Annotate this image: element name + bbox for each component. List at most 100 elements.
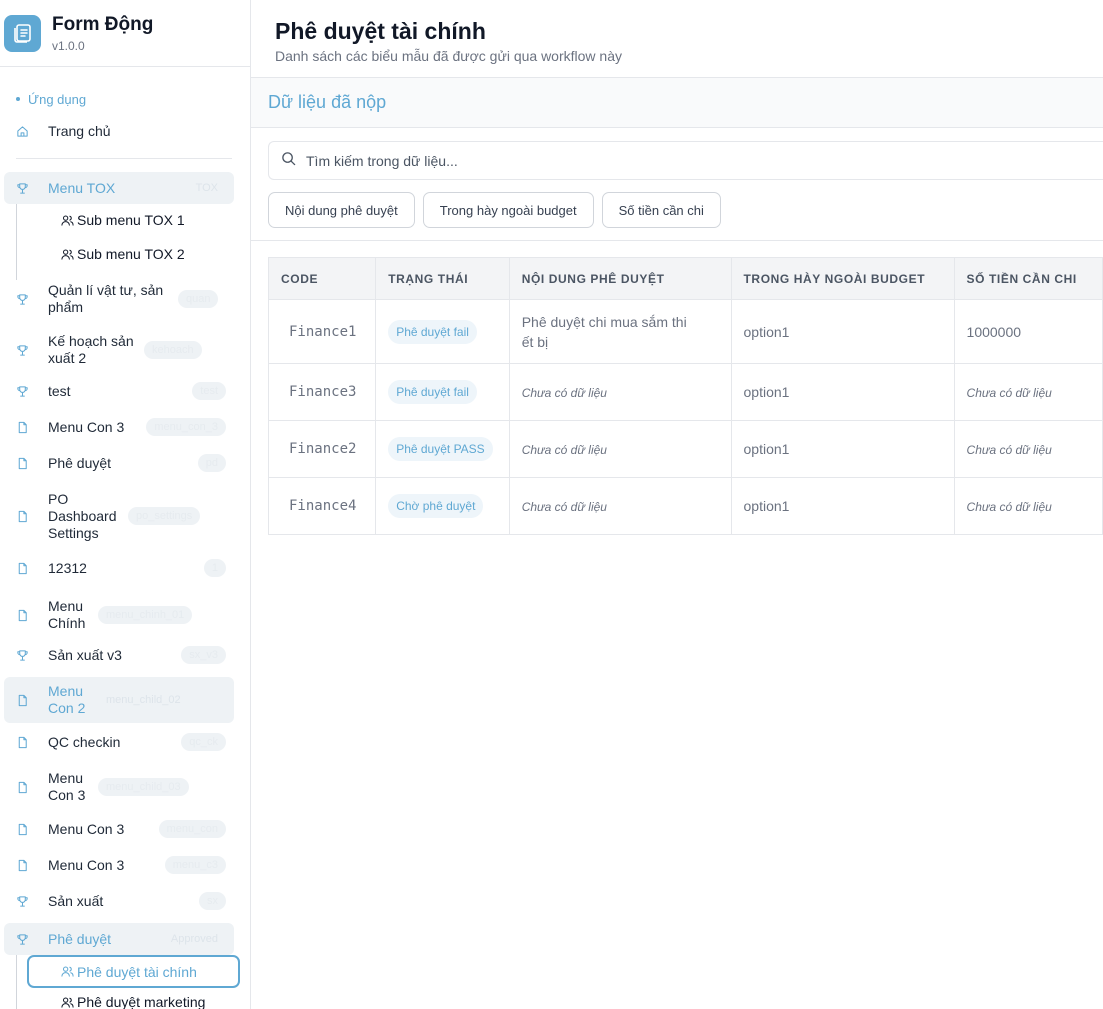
search-input[interactable] <box>306 152 906 169</box>
users-icon <box>61 214 74 227</box>
table-row[interactable]: Finance2 Phê duyệt PASS Chưa có dữ liệu opt… <box>267 420 1103 478</box>
table-row[interactable]: Finance3 Phê duyệt fail Chưa có dữ liệu opt… <box>267 363 1103 421</box>
trophy-icon <box>15 894 29 908</box>
trophy-icon <box>15 648 29 662</box>
cell-code: Finance2 <box>267 420 377 478</box>
file-icon <box>15 420 29 434</box>
table-row[interactable]: Finance1 Phê duyệt fail Phê duyệt chi mua … <box>267 299 1103 364</box>
main-content: Phê duyệt tài chính Danh sách các biểu m… <box>251 0 1103 1009</box>
sidebar-item[interactable]: Phê duyệt pd <box>4 449 234 477</box>
sidebar-item-label: Phê duyệt <box>48 454 112 471</box>
home-icon <box>15 124 29 138</box>
trophy-icon <box>15 181 29 195</box>
search-icon <box>281 151 296 171</box>
cell-content: Chưa có dữ liệu <box>508 477 732 535</box>
sidebar-item-badge: menu_c3 <box>164 856 226 874</box>
table-header-row: CODE TRẠNG THÁI NỘI DUNG PHÊ DUYỆT TRONG… <box>267 257 1103 300</box>
sidebar-item-label: test <box>48 382 71 399</box>
sidebar-item[interactable]: Menu Con 3 menu_c3 <box>4 851 234 879</box>
column-header-amount[interactable]: SỐ TIỀN CẦN CHI <box>953 257 1103 300</box>
sidebar-item[interactable]: Menu Con 3 menu_con_3 <box>4 413 234 441</box>
sidebar-item-label: Menu Con 3 <box>48 418 125 435</box>
cell-budget: option1 <box>730 420 955 478</box>
brand: Form Động v1.0.0 <box>0 0 250 67</box>
sidebar-item-home[interactable]: Trang chủ <box>4 118 234 144</box>
cell-code: Finance3 <box>267 363 377 421</box>
file-icon <box>15 693 29 707</box>
column-header-budget[interactable]: TRONG HÀY NGOÀI BUDGET <box>730 257 955 300</box>
sidebar-item[interactable]: 12312 1 <box>4 554 234 582</box>
sidebar-item-badge: sx_v3 <box>181 646 226 664</box>
file-icon <box>15 858 29 872</box>
sidebar-subitem[interactable]: Sub menu TOX 2 <box>61 246 185 262</box>
sidebar-item[interactable]: Menu TOX TOX <box>4 172 234 204</box>
sidebar-item-label: Menu Con 3 <box>48 820 125 837</box>
cell-content: Phê duyệt chi mua sắm thiết bị <box>508 299 732 364</box>
cell-amount: Chưa có dữ liệu <box>953 363 1103 421</box>
sidebar-item[interactable]: Phê duyệt Approved <box>4 923 234 955</box>
sidebar-item-label: Sản xuất <box>48 892 104 909</box>
sidebar-item[interactable]: Menu Chính menu_chinh_01 <box>4 597 234 633</box>
sidebar-item[interactable]: Quản lí vật tư, sản phẩm quan <box>4 281 234 317</box>
sidebar-item-badge: menu_child_03 <box>98 778 189 796</box>
sidebar-item[interactable]: QC checkin qc_ck <box>4 728 234 756</box>
tree-line <box>16 204 17 280</box>
users-icon <box>61 996 74 1009</box>
sidebar-item-badge: menu_chinh_01 <box>98 606 193 624</box>
submissions-table: CODE TRẠNG THÁI NỘI DUNG PHÊ DUYỆT TRONG… <box>267 257 1103 535</box>
trophy-icon <box>15 384 29 398</box>
cell-code: Finance1 <box>267 299 377 364</box>
sidebar-item-badge: menu_child_02 <box>106 694 181 706</box>
users-icon <box>61 965 74 978</box>
sidebar-item-badge: quan <box>178 290 219 308</box>
sidebar-subitem[interactable]: Phê duyệt tài chính <box>27 955 240 988</box>
page-title: Phê duyệt tài chính <box>275 18 486 44</box>
sidebar-item[interactable]: Menu Con 3 menu_con <box>4 815 234 843</box>
cell-amount: 1000000 <box>953 299 1103 364</box>
users-icon <box>61 248 74 261</box>
sidebar-item[interactable]: Menu Con 3 menu_child_03 <box>4 769 234 805</box>
sidebar-subitem[interactable]: Sub menu TOX 1 <box>61 212 185 228</box>
sidebar-item-label: PO Dashboard Settings <box>48 490 117 541</box>
cell-status: Phê duyệt PASS <box>375 420 510 478</box>
sidebar-item[interactable]: Menu Con 2 menu_child_02 <box>4 677 234 723</box>
cell-status: Phê duyệt fail <box>375 299 510 364</box>
sidebar-item-badge: TOX <box>195 182 218 194</box>
column-header-content[interactable]: NỘI DUNG PHÊ DUYỆT <box>508 257 732 300</box>
sidebar-item[interactable]: Sản xuất sx <box>4 887 234 915</box>
empty-text: Chưa có dữ liệu <box>521 443 607 457</box>
app-version: v1.0.0 <box>52 38 85 53</box>
card-header: Dữ liệu đã nộp <box>251 77 1103 128</box>
column-header-status[interactable]: TRẠNG THÁI <box>375 257 510 300</box>
cell-status: Phê duyệt fail <box>375 363 510 421</box>
empty-text: Chưa có dữ liệu <box>966 386 1052 400</box>
sidebar-item-label: Menu Con 3 <box>48 856 125 873</box>
filter-bar: Nội dung phê duyệt Trong hày ngoài budge… <box>268 192 721 228</box>
filter-button-budget[interactable]: Trong hày ngoài budget <box>422 192 594 228</box>
cell-budget: option1 <box>730 299 955 364</box>
sidebar-item-badge: test <box>192 382 226 400</box>
table-row[interactable]: Finance4 Chờ phê duyệt Chưa có dữ liệu opti… <box>267 477 1103 535</box>
app-logo-icon <box>4 14 41 52</box>
cell-content: Chưa có dữ liệu <box>508 363 732 421</box>
app-root: Form Động v1.0.0 Ứng dụng Trang chủ Menu… <box>0 0 1103 1009</box>
sidebar-subitem[interactable]: Phê duyệt marketing <box>61 994 205 1009</box>
column-header-code[interactable]: CODE <box>267 257 377 300</box>
empty-text: Chưa có dữ liệu <box>521 386 607 400</box>
sidebar-item[interactable]: Kế hoạch sản xuất 2 kehoach <box>4 332 234 368</box>
card-title: Dữ liệu đã nộp <box>268 92 387 112</box>
sidebar-item-badge: qc_ck <box>181 733 226 751</box>
sidebar-item[interactable]: PO Dashboard Settings po_settings <box>4 490 234 542</box>
tree-line <box>16 955 17 1009</box>
sidebar-item[interactable]: Sản xuất v3 sx_v3 <box>4 641 234 669</box>
file-icon <box>15 735 29 749</box>
sidebar-subitem-label: Phê duyệt marketing <box>77 994 206 1009</box>
sidebar: Form Động v1.0.0 Ứng dụng Trang chủ Menu… <box>0 0 251 1009</box>
page-subtitle: Danh sách các biểu mẫu đã được gửi qua w… <box>275 48 622 64</box>
sidebar-divider <box>16 158 232 159</box>
cell-status: Chờ phê duyệt <box>375 477 510 535</box>
filter-button-amount[interactable]: Số tiền cần chi <box>601 192 721 228</box>
sidebar-item[interactable]: test test <box>4 377 234 405</box>
filter-button-content[interactable]: Nội dung phê duyệt <box>268 192 415 228</box>
group-dot-icon <box>16 97 20 101</box>
